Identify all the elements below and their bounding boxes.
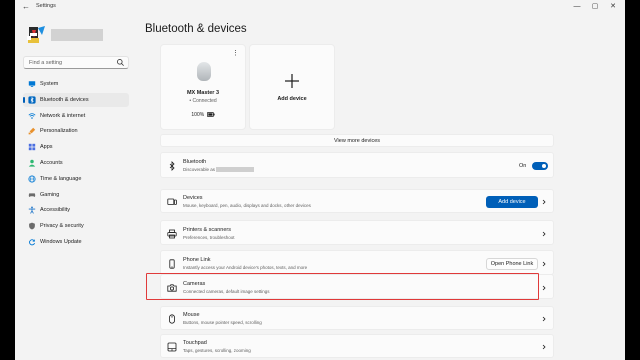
avatar[interactable] <box>25 24 47 46</box>
chevron-right-icon[interactable] <box>541 261 547 267</box>
bluetooth-subtitle: Discoverable as <box>183 167 255 173</box>
maximize-button[interactable]: ▢ <box>589 1 601 12</box>
device-name-redacted <box>216 167 255 173</box>
printers-and-scanners-title: Printers & scanners <box>183 227 231 233</box>
main-content: Bluetooth & devices ⋮ MX Master 3 • Conn… <box>140 14 625 360</box>
accessibility-icon <box>28 206 36 215</box>
accounts-icon <box>28 159 36 167</box>
chevron-right-icon[interactable] <box>541 316 547 322</box>
sidebar-item-gaming[interactable]: Gaming <box>23 188 129 202</box>
sidebar-item-label: Gaming <box>40 191 60 198</box>
plus-icon <box>285 74 299 88</box>
gamepad-icon <box>28 192 36 197</box>
discoverable-label: Discoverable as <box>183 167 216 172</box>
device-card-mx-master-3[interactable]: ⋮ MX Master 3 • Connected 100% <box>160 44 246 130</box>
globe-icon <box>28 175 36 183</box>
battery-status: 100% <box>161 112 245 118</box>
settings-window: ← Settings — ▢ ✕ Find a setting System Bl… <box>15 0 625 360</box>
back-button[interactable]: ← <box>21 2 31 12</box>
toggle-knob <box>542 164 546 168</box>
phone-link-row[interactable]: Phone Link Instantly access your Android … <box>160 250 554 275</box>
add-device-card[interactable]: Add device <box>249 44 335 130</box>
battery-icon <box>206 112 215 118</box>
sidebar-item-label: Privacy & security <box>40 223 84 230</box>
touchpad-title: Touchpad <box>183 340 207 346</box>
sidebar-item-label: Network & internet <box>40 112 86 119</box>
app-title: Settings <box>36 3 56 9</box>
chevron-right-icon[interactable] <box>541 231 547 237</box>
mouse-title: Mouse <box>183 312 200 318</box>
sidebar-item-accounts[interactable]: Accounts <box>23 156 129 170</box>
close-button[interactable]: ✕ <box>607 1 619 12</box>
phone-icon <box>169 259 175 269</box>
username-redacted <box>51 29 103 41</box>
touchpad-icon <box>167 342 177 352</box>
chevron-right-icon[interactable] <box>541 344 547 350</box>
sidebar-item-bluetooth-and-devices[interactable]: Bluetooth & devices <box>23 92 129 107</box>
sidebar-item-label: Accessibility <box>40 207 70 214</box>
network-icon <box>28 112 36 119</box>
sidebar-item-label: Apps <box>40 144 53 151</box>
sidebar-item-label: Personalization <box>40 128 78 135</box>
cameras-highlight-box <box>146 273 539 300</box>
bluetooth-toggle[interactable] <box>532 162 548 170</box>
printers-and-scanners-row[interactable]: Printers & scanners Preferences, troubles… <box>160 220 554 245</box>
sidebar-item-label: Accounts <box>40 160 63 166</box>
sidebar-item-apps[interactable]: Apps <box>23 140 129 154</box>
chevron-right-icon[interactable] <box>541 285 547 291</box>
phone-link-title: Phone Link <box>183 257 211 263</box>
search-icon[interactable] <box>116 58 125 67</box>
more-options-button[interactable]: ⋮ <box>232 49 239 57</box>
bluetooth-icon <box>28 96 36 104</box>
sidebar-item-windows-update[interactable]: Windows Update <box>23 235 129 249</box>
battery-level: 100% <box>191 112 205 118</box>
brush-icon <box>28 128 36 135</box>
sidebar-item-label: Windows Update <box>40 239 82 245</box>
add-device-label: Add device <box>277 96 307 102</box>
bluetooth-title: Bluetooth <box>183 159 207 165</box>
sidebar-item-personalization[interactable]: Personalization <box>23 124 129 138</box>
update-icon <box>29 239 35 246</box>
bluetooth-toggle-label: On <box>519 163 527 169</box>
title-bar: ← Settings — ▢ ✕ <box>15 0 625 14</box>
phone-link-subtitle: Instantly access your Android device's p… <box>183 265 308 270</box>
search-input[interactable]: Find a setting <box>29 60 62 66</box>
printer-icon <box>167 229 177 239</box>
monitor-icon <box>28 81 36 87</box>
device-status: • Connected <box>189 98 217 104</box>
devices-row[interactable]: Devices Mouse, keyboard, pen, audio, disp… <box>160 189 554 213</box>
chevron-right-icon[interactable] <box>541 199 547 205</box>
open-phone-link-button[interactable]: Open Phone Link <box>486 258 538 270</box>
shield-icon <box>29 222 35 230</box>
bluetooth-row: Bluetooth Discoverable as On <box>160 152 554 178</box>
bluetooth-icon <box>169 161 175 171</box>
mouse-icon <box>169 314 175 324</box>
sidebar: Find a setting System Bluetooth & devices… <box>15 14 140 360</box>
devices-icon <box>167 198 177 205</box>
apps-icon <box>28 143 36 151</box>
touchpad-row[interactable]: Touchpad Taps, gestures, scrolling, zoomi… <box>160 334 554 358</box>
devices-title: Devices <box>183 195 203 201</box>
printers-and-scanners-subtitle: Preferences, troubleshoot <box>183 235 235 240</box>
device-name: MX Master 3 <box>186 90 220 96</box>
sidebar-item-system[interactable]: System <box>23 77 129 91</box>
active-indicator <box>23 96 25 103</box>
sidebar-item-accessibility[interactable]: Accessibility <box>23 203 129 217</box>
mouse-row[interactable]: Mouse Buttons, mouse pointer speed, scrol… <box>160 306 554 330</box>
sidebar-item-privacy-and-security[interactable]: Privacy & security <box>23 219 129 233</box>
minimize-button[interactable]: — <box>571 1 583 12</box>
touchpad-subtitle: Taps, gestures, scrolling, zooming <box>183 348 251 353</box>
page-title: Bluetooth & devices <box>145 23 247 35</box>
sidebar-item-label: System <box>40 81 59 87</box>
devices-subtitle: Mouse, keyboard, pen, audio, displays an… <box>183 203 311 208</box>
sidebar-item-time-and-language[interactable]: Time & language <box>23 172 129 186</box>
mouse-subtitle: Buttons, mouse pointer speed, scrolling <box>183 320 262 325</box>
search-box[interactable]: Find a setting <box>23 56 129 69</box>
sidebar-item-label: Time & language <box>40 175 82 182</box>
mouse-device-image <box>197 62 211 81</box>
sidebar-item-network-and-internet[interactable]: Network & internet <box>23 109 129 123</box>
add-device-button[interactable]: Add device <box>486 196 538 208</box>
sidebar-item-label: Bluetooth & devices <box>40 96 89 103</box>
view-more-devices-button[interactable]: View more devices <box>160 134 554 147</box>
